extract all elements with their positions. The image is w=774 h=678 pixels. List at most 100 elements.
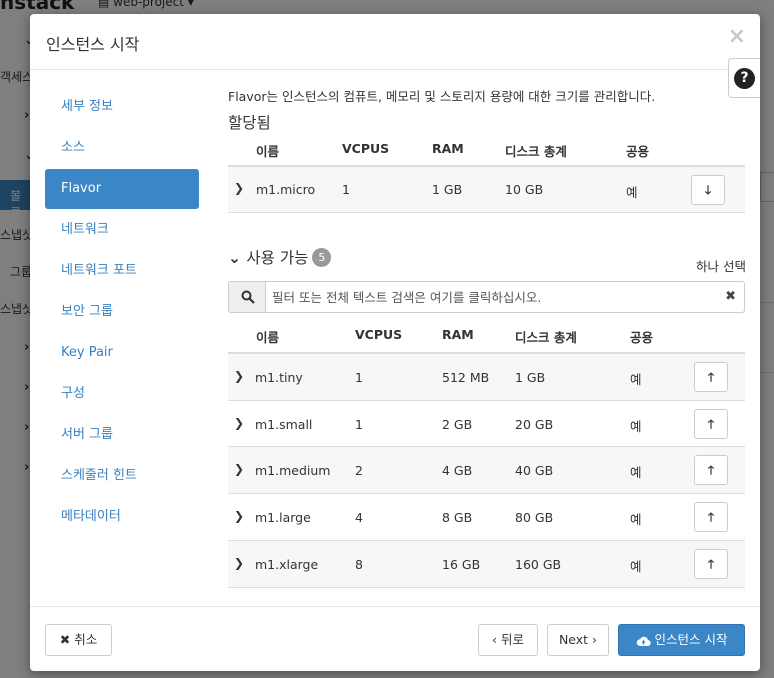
flavor-ram: 2 GB [442,417,473,432]
flavor-public: 예 [630,512,642,527]
close-icon: ✖ [59,632,71,647]
flavor-vcpus: 1 [342,182,350,197]
nav-item-security-groups[interactable]: 보안 그룹 [45,292,199,332]
arrow-down-icon: 🡓 [704,183,712,197]
allocate-button[interactable]: 🡑 [694,409,728,439]
available-heading[interactable]: ⌄ 사용 가능 5 [228,246,332,268]
flavor-vcpus: 4 [355,510,363,525]
flavor-disk: 10 GB [505,182,544,197]
nav-item-configuration[interactable]: 구성 [45,374,199,414]
flavor-disk: 40 GB [515,463,554,478]
available-table: 이름 VCPUS RAM 디스크 총계 공용 ❯ m1.tiny 1 512 M… [228,321,745,588]
allocate-button[interactable]: 🡑 [694,362,728,392]
allocated-table: 이름 VCPUS RAM 디스크 총계 공용 ❯ m1.micro 1 1 GB… [228,139,745,213]
filter-input[interactable] [267,282,715,312]
nav-item-metadata[interactable]: 메타데이터 [45,497,199,537]
nav-item-flavor[interactable]: Flavor [45,169,199,209]
column-ram: RAM [442,327,474,342]
expand-row-icon[interactable]: ❯ [234,462,244,476]
back-button[interactable]: ‹ 뒤로 [478,624,538,656]
column-vcpus: VCPUS [342,141,390,156]
flavor-name: m1.xlarge [255,557,319,572]
deallocate-button[interactable]: 🡓 [691,175,725,205]
allocate-button[interactable]: 🡑 [694,549,728,579]
question-icon: ? [734,68,755,89]
help-button[interactable]: ? [728,58,760,98]
modal-footer: ✖ 취소 ‹ 뒤로 Next › 인스턴스 시작 [30,606,760,671]
column-name: 이름 [256,330,280,345]
modal-title: 인스턴스 시작 [46,35,140,54]
next-button[interactable]: Next › [547,624,609,656]
flavor-public: 예 [630,559,642,574]
search-button[interactable] [229,282,266,312]
flavor-ram: 8 GB [442,510,473,525]
expand-row-icon[interactable]: ❯ [234,556,244,570]
table-row: ❯ m1.xlarge 8 16 GB 160 GB 예 🡑 [228,541,745,588]
nav-item-networks[interactable]: 네트워크 [45,210,199,250]
column-disk: 디스크 총계 [505,144,567,159]
nav-item-server-groups[interactable]: 서버 그룹 [45,415,199,455]
table-row: ❯ m1.tiny 1 512 MB 1 GB 예 🡑 [228,354,745,401]
nav-item-source[interactable]: 소스 [45,128,199,168]
flavor-ram: 512 MB [442,370,490,385]
arrow-up-icon: 🡑 [707,463,715,477]
column-public: 공용 [626,144,650,159]
flavor-vcpus: 1 [355,370,363,385]
expand-row-icon[interactable]: ❯ [234,416,244,430]
flavor-description: Flavor는 인스턴스의 컴퓨트, 메모리 및 스토리지 용량에 대한 크기를… [228,89,656,104]
arrow-up-icon: 🡑 [707,370,715,384]
launch-instance-button[interactable]: 인스턴스 시작 [618,624,745,656]
arrow-up-icon: 🡑 [707,557,715,571]
flavor-ram: 1 GB [432,182,463,197]
flavor-name: m1.medium [255,463,331,478]
select-one-hint: 하나 선택 [696,259,746,274]
column-vcpus: VCPUS [355,327,403,342]
flavor-disk: 160 GB [515,557,562,572]
column-public: 공용 [630,330,654,345]
allocate-button[interactable]: 🡑 [694,502,728,532]
nav-item-network-ports[interactable]: 네트워크 포트 [45,251,199,291]
chevron-down-icon: ⌄ [228,249,247,267]
modal-header: 인스턴스 시작 × [30,14,760,70]
expand-row-icon[interactable]: ❯ [234,509,244,523]
allocated-heading: 할당됨 [228,114,271,132]
nav-item-key-pair[interactable]: Key Pair [45,333,199,373]
clear-filter-icon[interactable]: ✖ [725,289,736,304]
column-disk: 디스크 총계 [515,330,577,345]
flavor-name: m1.small [255,417,313,432]
table-row: ❯ m1.medium 2 4 GB 40 GB 예 🡑 [228,447,745,494]
cancel-button[interactable]: ✖ 취소 [45,624,112,656]
flavor-disk: 1 GB [515,370,546,385]
nav-item-details[interactable]: 세부 정보 [45,87,199,127]
allocate-button[interactable]: 🡑 [694,455,728,485]
flavor-disk: 80 GB [515,510,554,525]
expand-row-icon[interactable]: ❯ [234,369,244,383]
column-ram: RAM [432,141,464,156]
flavor-public: 예 [630,419,642,434]
table-header: 이름 VCPUS RAM 디스크 총계 공용 [228,321,745,354]
close-icon[interactable]: × [728,26,746,48]
flavor-vcpus: 8 [355,557,363,572]
launch-instance-modal: 인스턴스 시작 × ? 세부 정보 소스 Flavor 네트워크 네트워크 포트… [30,14,760,671]
search-icon [241,290,255,304]
flavor-public: 예 [630,372,642,387]
available-title: 사용 가능 [246,249,309,267]
filter-box: ✖ [228,281,745,313]
expand-row-icon[interactable]: ❯ [234,181,244,195]
flavor-name: m1.tiny [255,370,303,385]
flavor-ram: 4 GB [442,463,473,478]
cloud-upload-icon [636,636,651,646]
arrow-up-icon: 🡑 [707,510,715,524]
launch-label: 인스턴스 시작 [654,632,728,647]
table-row: ❯ m1.micro 1 1 GB 10 GB 예 🡓 [228,167,745,213]
nav-item-scheduler-hints[interactable]: 스케줄러 힌트 [45,456,199,496]
flavor-disk: 20 GB [515,417,554,432]
arrow-up-icon: 🡑 [707,417,715,431]
table-row: ❯ m1.large 4 8 GB 80 GB 예 🡑 [228,494,745,541]
table-header: 이름 VCPUS RAM 디스크 총계 공용 [228,139,745,167]
flavor-ram: 16 GB [442,557,481,572]
wizard-nav: 세부 정보 소스 Flavor 네트워크 네트워크 포트 보안 그룹 Key P… [45,87,199,538]
flavor-vcpus: 1 [355,417,363,432]
available-count-badge: 5 [312,248,332,267]
flavor-public: 예 [630,465,642,480]
